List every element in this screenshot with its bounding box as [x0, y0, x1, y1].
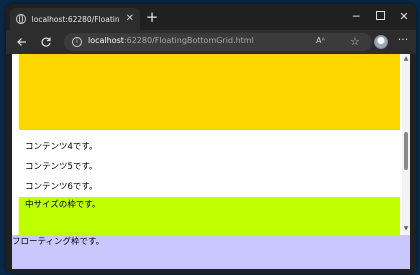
maximize-icon	[375, 11, 385, 20]
address-toolbar: i localhost:62280/FloatingBottomGrid.htm…	[6, 30, 416, 54]
url-text[interactable]: localhost:62280/FloatingBottomGrid.html	[88, 36, 254, 45]
content-line-4: コンテンツ4です。	[25, 142, 98, 152]
reload-button[interactable]	[38, 34, 54, 50]
medium-size-frame: 中サイズの枠です。	[19, 197, 400, 237]
info-icon[interactable]: i	[72, 37, 82, 47]
vertical-scrollbar[interactable]: ▲ ▼	[402, 54, 410, 237]
medium-frame-text: 中サイズの枠です。	[25, 200, 101, 210]
back-button[interactable]	[14, 34, 30, 50]
scroll-up-icon[interactable]: ▲	[402, 56, 410, 62]
scroll-down-icon[interactable]: ▼	[402, 226, 410, 232]
url-host: localhost	[88, 36, 124, 45]
browser-window: localhost:62280/FloatingBottomGr ✕ + ─ ✕…	[6, 4, 416, 273]
profile-avatar[interactable]	[374, 35, 388, 49]
maximize-button[interactable]	[370, 10, 390, 24]
scrollbar-thumb[interactable]	[404, 132, 408, 170]
new-tab-button[interactable]: +	[144, 10, 160, 26]
read-aloud-icon[interactable]: Aᴬ	[316, 36, 325, 45]
minimize-button[interactable]: ─	[346, 10, 366, 24]
globe-icon	[16, 14, 26, 24]
tab-close-icon[interactable]: ✕	[126, 14, 134, 24]
reload-icon	[41, 37, 51, 47]
content-line-6: コンテンツ6です。	[25, 182, 98, 192]
star-icon[interactable]: ☆	[350, 35, 360, 48]
url-path: :62280/FloatingBottomGrid.html	[123, 36, 254, 45]
address-bar[interactable]: i localhost:62280/FloatingBottomGrid.htm…	[64, 33, 372, 51]
more-menu-button[interactable]: ···	[396, 33, 410, 46]
active-tab[interactable]: localhost:62280/FloatingBottomGr ✕	[10, 8, 140, 30]
arrow-left-icon	[17, 38, 26, 46]
yellow-content-block	[19, 54, 400, 130]
tab-title: localhost:62280/FloatingBottomGr	[31, 14, 120, 24]
page-viewport: コンテンツ4です。 コンテンツ5です。 コンテンツ6です。 中サイズの枠です。 …	[12, 54, 410, 269]
tab-strip: localhost:62280/FloatingBottomGr ✕ + ─ ✕	[6, 4, 416, 30]
floating-frame: フローティング枠です。	[12, 235, 410, 269]
close-window-button[interactable]: ✕	[394, 10, 414, 24]
content-line-5: コンテンツ5です。	[25, 162, 98, 172]
floating-frame-text: フローティング枠です。	[12, 237, 105, 247]
